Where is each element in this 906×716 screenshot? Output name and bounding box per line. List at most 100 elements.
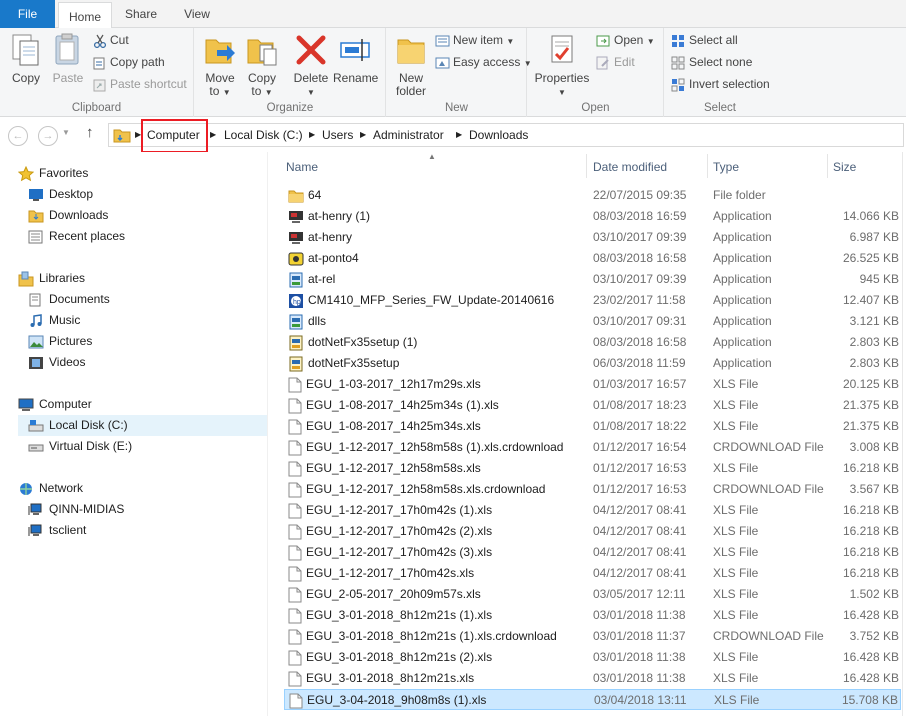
file-type: Application — [713, 209, 772, 223]
breadcrumb-users[interactable]: Users — [322, 124, 353, 146]
table-row-selected[interactable]: EGU_3-04-2018_9h08m8s (1).xls 03/04/2018 … — [284, 689, 901, 710]
star-icon — [17, 165, 35, 182]
chevron-down-icon: ▼ — [646, 37, 655, 46]
table-row[interactable]: EGU_1-08-2017_14h25m34s.xls 01/08/2017 18… — [284, 416, 901, 437]
file-type: XLS File — [713, 671, 759, 685]
edit-button[interactable]: Edit — [596, 52, 635, 72]
table-row[interactable]: EGU_2-05-2017_20h09m57s.xls 03/05/2017 12… — [284, 584, 901, 605]
file-name: EGU_1-08-2017_14h25m34s.xls — [288, 416, 481, 437]
nav-videos[interactable]: Videos — [28, 352, 85, 373]
table-row[interactable]: EGU_3-01-2018_8h12m21s (1).xls 03/01/2018… — [284, 605, 901, 626]
open-button[interactable]: Open ▼ — [596, 30, 655, 50]
downloads-folder-icon — [28, 210, 44, 223]
column-type[interactable]: Type — [707, 152, 827, 180]
table-row[interactable]: EGU_1-08-2017_14h25m34s (1).xls 01/08/201… — [284, 395, 901, 416]
copy-button[interactable]: Copy — [6, 32, 46, 85]
nav-network[interactable]: Network — [18, 478, 83, 499]
folder-location-icon — [113, 129, 131, 143]
table-row[interactable]: EGU_1-12-2017_17h0m42s.xls 04/12/2017 08:… — [284, 563, 901, 584]
file-type: Application — [713, 356, 772, 370]
table-row[interactable]: at-henry (1) 08/03/2018 16:59 Application 1… — [284, 206, 901, 227]
properties-button[interactable]: Properties ▼ — [534, 32, 590, 99]
nav-network-label: Network — [39, 481, 84, 495]
recent-locations-button[interactable]: ▼ — [62, 128, 70, 137]
file-name: EGU_3-01-2018_8h12m21s (1).xls.crdownloa… — [288, 626, 557, 647]
easy-access-icon — [435, 57, 450, 69]
table-row[interactable]: EGU_1-12-2017_17h0m42s (1).xls 04/12/2017… — [284, 500, 901, 521]
table-row[interactable]: at-ponto4 08/03/2018 16:58 Application 26.5… — [284, 248, 901, 269]
nav-documents[interactable]: Documents — [28, 289, 110, 310]
table-row[interactable]: EGU_3-01-2018_8h12m21s (2).xls 03/01/2018… — [284, 647, 901, 668]
tab-file[interactable]: File — [0, 0, 55, 28]
easy-access-button[interactable]: Easy access ▼ — [435, 52, 532, 72]
nav-pictures[interactable]: Pictures — [28, 331, 92, 352]
table-row[interactable]: dotNetFx35setup (1) 08/03/2018 16:58 Appli… — [284, 332, 901, 353]
table-row[interactable]: EGU_1-03-2017_12h17m29s.xls 01/03/2017 16… — [284, 374, 901, 395]
up-button[interactable]: ↑ — [86, 124, 94, 141]
nav-qinn-midias[interactable]: QINN-MIDIAS — [28, 499, 124, 520]
organize-group: Move to ▼ Copy to ▼ Delete ▼ Rename Orga… — [195, 28, 386, 117]
paste-shortcut-button[interactable]: Paste shortcut — [93, 74, 187, 94]
table-row[interactable]: EGU_1-12-2017_12h58m58s.xls.crdownload 01… — [284, 479, 901, 500]
table-row[interactable]: dotNetFx35setup 06/03/2018 11:59 Applicati… — [284, 353, 901, 374]
file-name: EGU_1-08-2017_14h25m34s (1).xls — [288, 395, 499, 416]
back-button[interactable]: ← — [8, 126, 28, 146]
rename-button[interactable]: Rename — [333, 32, 378, 85]
copy-path-button[interactable]: Copy path — [93, 52, 165, 72]
select-none-button[interactable]: Select none — [671, 52, 752, 72]
invert-selection-button[interactable]: Invert selection — [671, 74, 770, 94]
nav-recent-places[interactable]: Recent places — [28, 226, 125, 247]
table-row[interactable]: EGU_3-01-2018_8h12m21s (1).xls.crdownloa… — [284, 626, 901, 647]
nav-tsclient[interactable]: tsclient — [28, 520, 86, 541]
table-row[interactable]: at-rel 03/10/2017 09:39 Application 945 KB — [284, 269, 901, 290]
nav-downloads[interactable]: Downloads — [28, 205, 108, 226]
nav-desktop[interactable]: Desktop — [28, 184, 93, 205]
tab-home[interactable]: Home — [58, 2, 112, 29]
file-icon — [288, 524, 306, 540]
breadcrumb-local-disk[interactable]: Local Disk (C:) — [224, 124, 303, 146]
table-row[interactable]: EGU_1-12-2017_12h58m58s (1).xls.crdownlo… — [284, 437, 901, 458]
column-date-modified[interactable]: Date modified — [587, 152, 707, 180]
nav-music-label: Music — [49, 313, 81, 327]
new-group-label: New — [444, 102, 468, 114]
up-arrow-icon: ↑ — [86, 124, 94, 141]
nav-favorites[interactable]: Favorites — [17, 163, 88, 184]
breadcrumb-downloads[interactable]: Downloads — [469, 124, 528, 146]
tab-share[interactable]: Share — [114, 0, 168, 28]
file-size: 16.428 KB — [842, 608, 899, 622]
tab-view[interactable]: View — [170, 0, 224, 28]
file-icon — [288, 608, 306, 624]
paste-button[interactable]: Paste — [48, 32, 88, 85]
breadcrumb-administrator[interactable]: Administrator — [373, 124, 444, 146]
move-to-button[interactable]: Move to ▼ — [199, 32, 241, 99]
nav-tsclient-label: tsclient — [49, 523, 87, 537]
table-row[interactable]: dlls 03/10/2017 09:31 Application 3.121 KB — [284, 311, 901, 332]
table-row[interactable]: EGU_3-01-2018_8h12m21s.xls 03/01/2018 11:… — [284, 668, 901, 689]
address-bar[interactable]: ▶ Computer ▶ Local Disk (C:) ▶ Users ▶ A… — [108, 123, 904, 147]
select-all-button[interactable]: Select all — [671, 30, 738, 50]
column-name[interactable]: Name — [280, 152, 586, 180]
file-date: 01/08/2017 18:23 — [593, 398, 687, 412]
file-size: 3.121 KB — [849, 314, 899, 328]
delete-button[interactable]: Delete ▼ — [291, 32, 331, 99]
table-row[interactable]: at-henry 03/10/2017 09:39 Application 6.987… — [284, 227, 901, 248]
nav-computer[interactable]: Computer — [18, 394, 92, 415]
nav-music[interactable]: Music — [28, 310, 80, 331]
copy-to-button[interactable]: Copy to ▼ — [241, 32, 283, 99]
breadcrumb-separator-icon: ▶ — [309, 130, 316, 139]
forward-button[interactable]: → — [38, 126, 58, 146]
copy-label: Copy — [11, 71, 40, 85]
new-item-button[interactable]: New item ▼ — [435, 30, 514, 50]
file-size: 16.218 KB — [842, 545, 899, 559]
table-row[interactable]: EGU_1-12-2017_12h58m58s.xls 01/12/2017 16… — [284, 458, 901, 479]
table-row[interactable]: EGU_1-12-2017_17h0m42s (3).xls 04/12/2017… — [284, 542, 901, 563]
cut-button[interactable]: Cut — [93, 30, 129, 50]
new-folder-button[interactable]: New folder — [391, 32, 431, 98]
table-row[interactable]: EGU_1-12-2017_17h0m42s (2).xls 04/12/2017… — [284, 521, 901, 542]
nav-libraries[interactable]: Libraries — [18, 268, 85, 289]
nav-virtual-disk[interactable]: Virtual Disk (E:) — [28, 436, 132, 457]
table-row[interactable]: 64 22/07/2015 09:35 File folder — [284, 185, 901, 206]
table-row[interactable]: hp CM1410_MFP_Series_FW_Update-20140616 23… — [284, 290, 901, 311]
nav-local-disk[interactable]: Local Disk (C:) — [18, 415, 267, 436]
column-size[interactable]: Size — [827, 152, 897, 180]
